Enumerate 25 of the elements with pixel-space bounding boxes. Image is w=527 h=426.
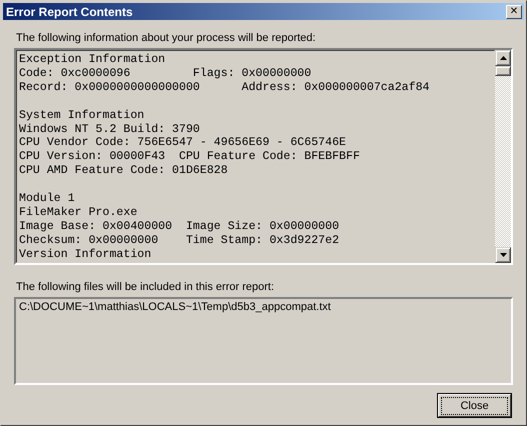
report-line: Code: 0xc0000096 Flags: 0x00000000 [19, 66, 312, 81]
scroll-up-button[interactable] [495, 50, 511, 66]
file-path: C:\DOCUME~1\matthias\LOCALS~1\Temp\d5b3_appcompat.txt [19, 301, 332, 313]
scroll-down-button[interactable] [495, 247, 511, 263]
scroll-thumb[interactable] [495, 66, 511, 76]
report-line: Checksum: 0x00000000 Time Stamp: 0x3d9227e2 [19, 234, 340, 248]
down-arrow-icon [500, 253, 506, 257]
report-line: Windows NT 5.2 Build: 3790 [19, 122, 201, 136]
report-line: FileMaker Pro.exe [19, 206, 138, 220]
report-line: Record: 0x0000000000000000 Address: 0x000000007ca2af84 [19, 80, 430, 95]
report-line: Module 1 [19, 192, 76, 206]
window-title: Error Report Contents [6, 4, 133, 18]
report-line: Exception Information [19, 53, 166, 67]
close-button[interactable]: ✕ [506, 4, 522, 18]
up-arrow-icon [500, 56, 506, 60]
report-line: CPU Version: 00000F43 CPU Feature Code: BFEBFBFF [19, 150, 361, 164]
report-line: CPU Vendor Code: 756E6547 - 49656E69 - 6C65746E [19, 136, 347, 150]
report-line: CPU AMD Feature Code: 01D6E828 [19, 164, 229, 178]
report-line: System Information [19, 108, 146, 123]
report-line: Version Information [19, 248, 152, 262]
report-label: The following information about your process will be reported: [16, 32, 317, 44]
files-label: The following files will be included in this error report: [16, 281, 276, 293]
close-dialog-button[interactable]: Close [438, 394, 511, 417]
scrollbar[interactable] [495, 50, 511, 263]
report-line: Image Base: 0x00400000 Image Size: 0x00000000 [19, 220, 340, 234]
